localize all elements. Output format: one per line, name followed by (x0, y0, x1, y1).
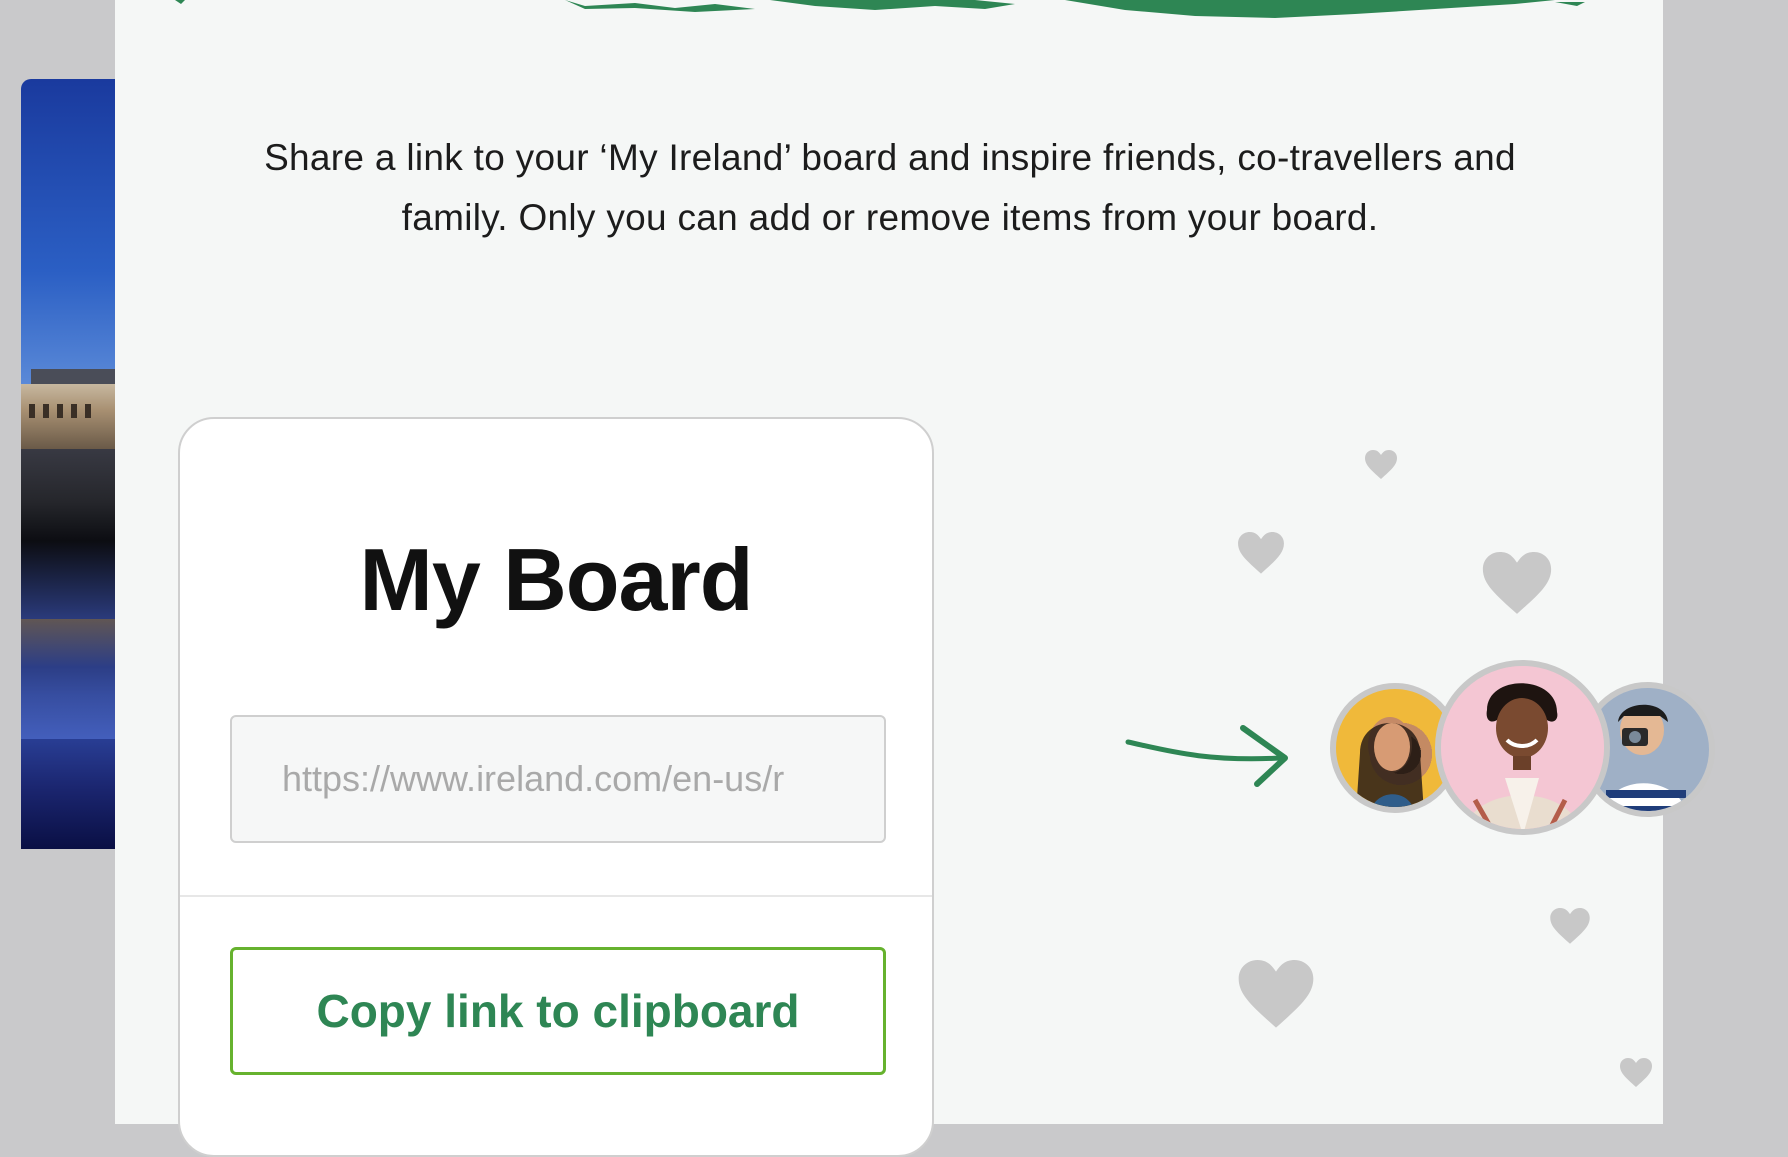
card-divider (180, 895, 932, 897)
board-title: My Board (359, 530, 754, 629)
copy-link-button[interactable]: Copy link to clipboard (230, 947, 886, 1075)
share-description-line-1: Share a link to your ‘My Ireland’ board … (264, 137, 1516, 178)
share-illustration (985, 420, 1715, 1120)
heart-icon (1620, 1058, 1652, 1087)
photo-building (21, 384, 121, 449)
my-board-card: My Board Copy link to clipboard (178, 417, 934, 1157)
share-board-modal: Share a link to your ‘My Ireland’ board … (115, 0, 1715, 1157)
heart-icon (1550, 908, 1590, 944)
avatar-friend-center (1435, 660, 1610, 835)
heart-icon (1482, 552, 1552, 614)
heart-icon (1238, 532, 1284, 574)
brush-stroke-decoration (175, 0, 1585, 18)
person-illustration (1441, 666, 1604, 829)
board-link-field[interactable] (230, 715, 886, 843)
share-description: Share a link to your ‘My Ireland’ board … (175, 128, 1605, 248)
arrow-right-icon (1125, 725, 1288, 787)
photo-reflection (21, 619, 121, 739)
share-description-line-2: family. Only you can add or remove items… (401, 197, 1379, 238)
background-photo (21, 79, 121, 849)
heart-icon (1365, 450, 1397, 479)
heart-icon (1238, 960, 1314, 1028)
